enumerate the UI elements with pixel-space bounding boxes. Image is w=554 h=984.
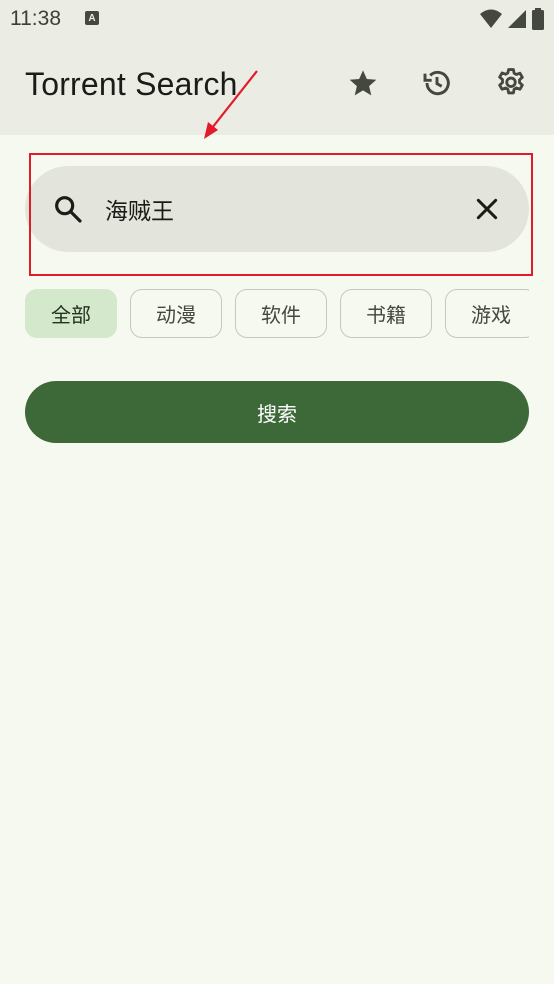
app-title: Torrent Search (25, 66, 238, 102)
annotation-arrow (204, 70, 258, 139)
chip-games[interactable]: 游戏 (445, 289, 529, 338)
status-time: 11:38 (10, 7, 61, 30)
settings-button[interactable] (487, 61, 535, 109)
chip-software[interactable]: 软件 (235, 289, 327, 338)
search-box[interactable] (25, 166, 529, 252)
search-input[interactable] (105, 188, 445, 230)
wifi-icon (480, 9, 502, 33)
history-icon (421, 67, 453, 103)
signal-icon (508, 9, 526, 33)
status-bar: 11:38 A (0, 0, 554, 36)
chip-anime[interactable]: 动漫 (130, 289, 222, 338)
chip-books[interactable]: 书籍 (340, 289, 432, 338)
search-icon (52, 193, 84, 225)
history-button[interactable] (413, 61, 461, 109)
chip-all[interactable]: 全部 (25, 289, 117, 338)
app-bar: Torrent Search (0, 36, 554, 135)
status-icons (480, 8, 544, 34)
clear-search-button[interactable] (471, 193, 503, 225)
close-icon (471, 198, 503, 229)
notification-icon: A (85, 11, 99, 25)
category-chips: 全部 动漫 软件 书籍 游戏 (25, 289, 529, 339)
battery-icon (532, 8, 544, 34)
star-icon (347, 67, 379, 103)
search-button[interactable]: 搜索 (25, 381, 529, 443)
settings-icon (494, 66, 528, 104)
favorites-button[interactable] (339, 61, 387, 109)
